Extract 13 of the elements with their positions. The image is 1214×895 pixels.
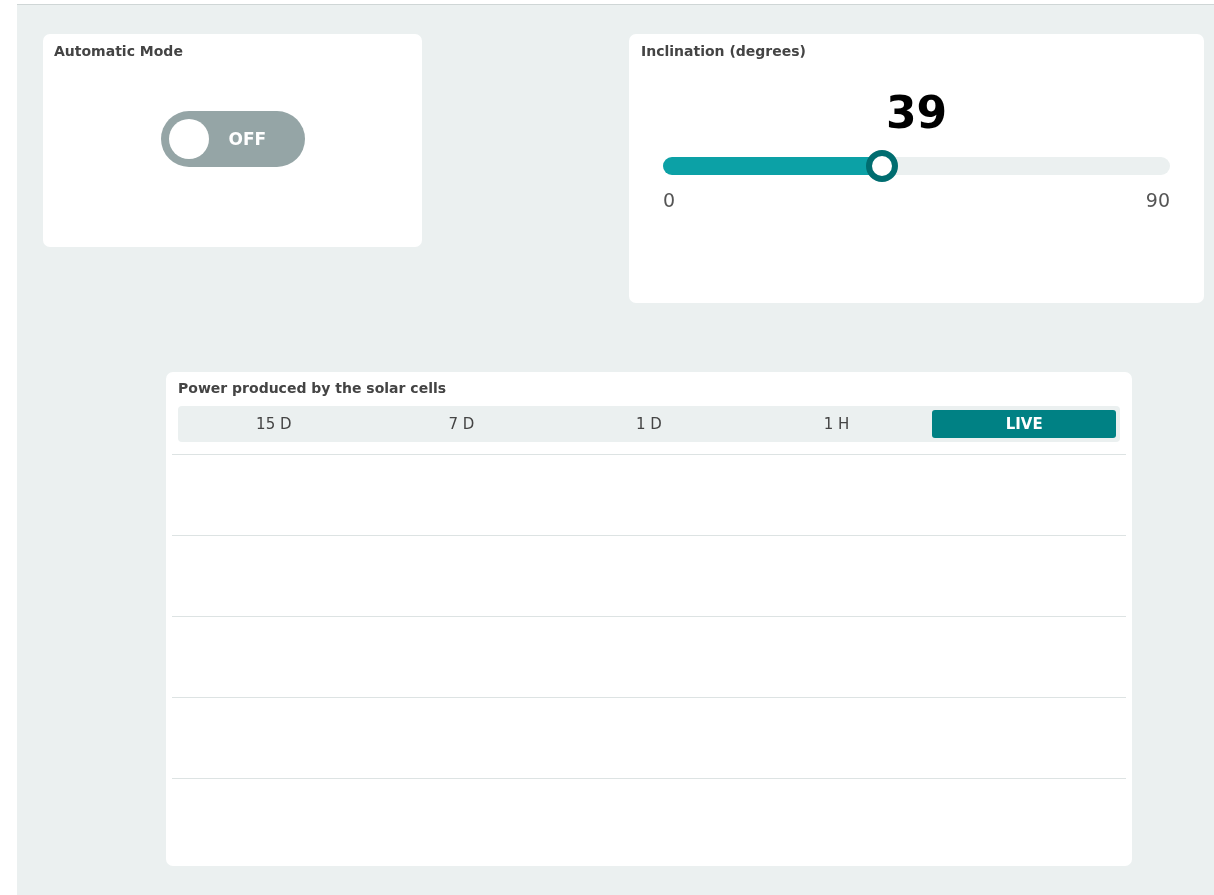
- slider-min-label: 0: [663, 189, 676, 211]
- range-tab[interactable]: 7 D: [369, 410, 554, 438]
- range-tab[interactable]: 1 H: [744, 410, 929, 438]
- card-title: Inclination (degrees): [641, 43, 807, 59]
- card-title: Automatic Mode: [54, 43, 184, 59]
- card-title: Power produced by the solar cells: [177, 380, 448, 396]
- range-tab[interactable]: LIVE: [932, 410, 1116, 438]
- range-tab[interactable]: 1 D: [557, 410, 741, 438]
- range-tab[interactable]: 15 D: [182, 410, 366, 438]
- inclination-value: 39: [884, 86, 949, 140]
- slider-thumb[interactable]: [865, 150, 898, 182]
- slider[interactable]: [663, 150, 1170, 182]
- slider-max-label: 90: [1145, 189, 1170, 211]
